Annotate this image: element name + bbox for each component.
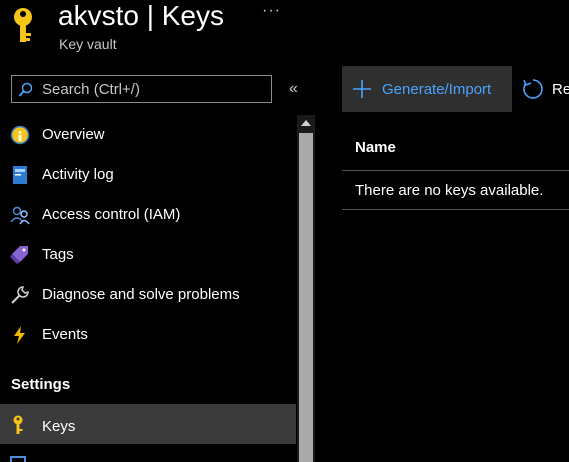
- page-subtitle: Key vault: [59, 36, 117, 52]
- activity-log-icon: [13, 166, 27, 184]
- sidebar-item-access-control[interactable]: Access control (IAM): [0, 195, 296, 235]
- tag-icon: [10, 246, 28, 264]
- sidebar-item-keys[interactable]: Keys: [0, 404, 296, 444]
- sidebar-item-events[interactable]: Events: [0, 315, 296, 355]
- settings-section-title: Settings: [11, 376, 71, 393]
- collapse-sidebar-button[interactable]: «: [289, 80, 298, 98]
- sidebar-item-label: Activity log: [42, 166, 114, 183]
- sidebar-item-label: Tags: [42, 246, 74, 263]
- keys-grid-header: Name: [342, 126, 569, 171]
- keys-grid-empty-row: There are no keys available.: [342, 171, 569, 210]
- search-input[interactable]: [42, 79, 267, 99]
- sidebar-item-overview[interactable]: Overview: [0, 115, 296, 155]
- column-header-name[interactable]: Name: [355, 139, 396, 156]
- lightning-icon: [14, 326, 25, 344]
- empty-message: There are no keys available.: [355, 182, 544, 199]
- generate-import-button[interactable]: Generate/Import: [342, 66, 512, 112]
- plus-icon: [353, 80, 371, 98]
- sidebar-scrollbar[interactable]: [297, 115, 315, 462]
- scroll-up-icon[interactable]: [297, 115, 315, 131]
- sidebar-item-label: Diagnose and solve problems: [42, 286, 240, 303]
- sidebar-item-label: Keys: [42, 418, 76, 435]
- refresh-label: Re: [552, 81, 569, 98]
- overview-icon: [10, 125, 30, 145]
- sidebar-item-activity-log[interactable]: Activity log: [0, 155, 296, 195]
- page-header: akvsto | Keys ··· Key vault: [0, 0, 569, 60]
- sidebar-item-tags[interactable]: Tags: [0, 235, 296, 275]
- sidebar-item-label: Access control (IAM): [42, 206, 181, 223]
- key-vault-icon: [14, 8, 32, 42]
- refresh-icon: [523, 79, 543, 99]
- generate-import-label: Generate/Import: [382, 81, 492, 98]
- key-icon: [13, 415, 23, 434]
- wrench-icon: [11, 286, 29, 304]
- command-bar: Generate/Import Re: [342, 66, 569, 112]
- sidebar-item-partial[interactable]: [0, 448, 296, 462]
- scrollbar-thumb[interactable]: [299, 133, 313, 462]
- sidebar-item-label: Events: [42, 326, 88, 343]
- search-icon: [18, 82, 33, 97]
- access-control-icon: [10, 206, 30, 225]
- sidebar-item-diagnose[interactable]: Diagnose and solve problems: [0, 275, 296, 315]
- secrets-icon: [10, 456, 26, 462]
- refresh-button[interactable]: Re: [522, 66, 569, 112]
- search-box[interactable]: [11, 75, 272, 103]
- page-title: akvsto | Keys: [58, 0, 225, 31]
- more-options-icon[interactable]: ···: [262, 2, 281, 20]
- sidebar-item-label: Overview: [42, 126, 105, 143]
- sidebar-nav: Overview Activity log Access control (IA…: [0, 115, 296, 355]
